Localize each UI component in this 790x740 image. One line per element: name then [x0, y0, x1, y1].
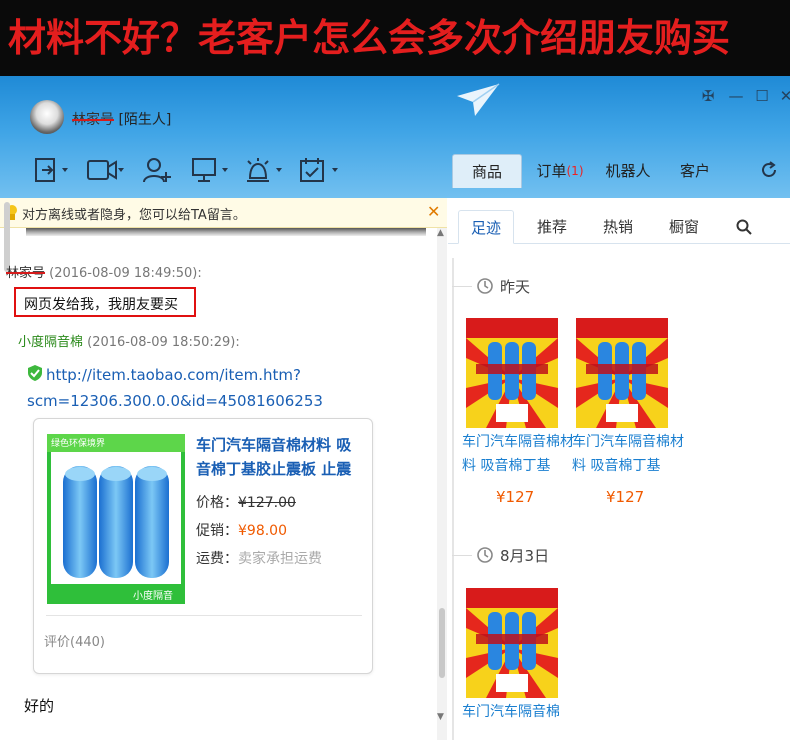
- subtab-hot[interactable]: 热销: [590, 210, 646, 244]
- calendar-icon: [300, 158, 338, 182]
- product-title[interactable]: 车门汽车隔音棉材料 吸音棉丁基: [572, 430, 684, 478]
- product-image-top: 绿色环保境界: [47, 434, 185, 452]
- clock-icon: [477, 547, 493, 563]
- screen-share-button[interactable]: [190, 156, 230, 186]
- product-price: ¥127: [606, 488, 645, 506]
- shipping-value: 卖家承担运费: [238, 551, 322, 567]
- pin-icon[interactable]: ✠: [698, 86, 718, 106]
- item-link-line2[interactable]: scm=12306.300.0.0&id=45081606253: [27, 388, 323, 414]
- message-header: 小度隔音棉 (2016-08-09 18:50:29):: [18, 331, 240, 350]
- alarm-icon: [247, 158, 282, 182]
- send-file-icon: [35, 158, 68, 182]
- panel-subtabs: 足迹 推荐 热销 橱窗: [448, 210, 790, 244]
- subtab-window[interactable]: 橱窗: [656, 210, 712, 244]
- product-image-top-text: 绿色环保境界: [51, 439, 106, 449]
- product-title[interactable]: 车门汽车隔音棉材料 吸音棉丁基胶止震板 止震: [196, 433, 366, 481]
- scroll-up-arrow[interactable]: ▲: [437, 228, 444, 238]
- chat-scroll-thumb[interactable]: [439, 608, 445, 678]
- promo-banner: 材料不好？老客户怎么会多次介绍朋友购买: [0, 0, 790, 76]
- chat-window-header: 林家号 [陌生人] ✠ — ☐ ✕ 商品 订单(1) 机器人 客户: [0, 76, 790, 198]
- message-time: (2016-08-09 18:50:29):: [87, 335, 240, 350]
- timeline-tick: [452, 555, 472, 556]
- contact-tag: [陌生人]: [118, 112, 172, 128]
- notice-text: 对方离线或者隐身，您可以给TA留言。: [22, 208, 246, 223]
- promo-price: ¥98.00: [238, 523, 287, 539]
- video-camera-icon: [87, 160, 124, 180]
- product-thumbnail[interactable]: [466, 588, 558, 698]
- schedule-button[interactable]: [298, 156, 340, 186]
- add-contact-button[interactable]: [142, 156, 172, 186]
- promo-label: 促销：: [196, 523, 238, 539]
- close-button[interactable]: ✕: [776, 86, 790, 106]
- promo-row: 促销：¥98.00: [196, 520, 287, 540]
- message-time: (2016-08-09 18:49:50):: [49, 266, 202, 281]
- message-text: 好的: [24, 697, 55, 715]
- item-link-line1[interactable]: http://item.taobao.com/item.htm?: [46, 362, 346, 388]
- close-notice-icon[interactable]: ✕: [427, 202, 440, 221]
- day-label: 昨天: [500, 278, 531, 296]
- timeline-bar: [452, 258, 454, 740]
- message-sender: 小度隔音棉: [18, 335, 84, 350]
- banner-text: 材料不好？老客户怎么会多次介绍朋友购买: [8, 16, 731, 60]
- chat-history-pane: 对方离线或者隐身，您可以给TA留言。 ✕ ▲ ▼ 林家号 (2016-08-09…: [0, 198, 447, 740]
- price-row: 价格：¥127.00: [196, 492, 296, 512]
- shield-check-icon: [28, 365, 42, 381]
- subtab-footprint[interactable]: 足迹: [458, 210, 514, 244]
- product-image[interactable]: 绿色环保境界 小度隔音: [47, 434, 185, 604]
- product-title[interactable]: 车门汽车隔音棉: [462, 700, 574, 730]
- price-label: 价格：: [196, 495, 238, 511]
- refresh-icon[interactable]: [760, 161, 778, 179]
- shipping-label: 运费：: [196, 551, 238, 567]
- message-header: 林家号 (2016-08-09 18:49:50):: [6, 262, 202, 281]
- product-image-body: [51, 452, 181, 584]
- contact-nickname: 林家号: [72, 112, 114, 128]
- price-value: ¥127.00: [238, 495, 296, 511]
- message-text: 网页发给我，我朋友要买: [24, 297, 178, 313]
- product-price: ¥127: [496, 488, 535, 506]
- tab-robot[interactable]: 机器人: [598, 154, 658, 188]
- paper-plane-icon: [457, 83, 500, 116]
- monitor-icon: [192, 158, 228, 182]
- tab-customer[interactable]: 客户: [672, 154, 718, 188]
- card-divider: [46, 615, 362, 616]
- tab-orders[interactable]: 订单(1): [530, 154, 590, 188]
- product-image-bottom: 小度隔音: [47, 584, 185, 604]
- add-user-icon: [143, 158, 171, 183]
- product-thumbnail[interactable]: [466, 318, 558, 428]
- offline-notice: 对方离线或者隐身，您可以给TA留言。 ✕: [0, 198, 447, 228]
- day-label: 8月3日: [500, 547, 550, 565]
- product-side-panel: 足迹 推荐 热销 橱窗 昨天 车门汽车隔音棉材料 吸音棉丁基 ¥127 车门汽车…: [448, 198, 790, 740]
- foam-rolls-illustration: [63, 466, 169, 578]
- search-icon[interactable]: [732, 219, 756, 235]
- shipping-row: 运费：卖家承担运费: [196, 548, 322, 568]
- scroll-down-arrow[interactable]: ▼: [437, 712, 444, 722]
- tab-goods[interactable]: 商品: [452, 154, 522, 188]
- orders-count-badge: (1): [566, 164, 584, 178]
- product-image-bottom-text: 小度隔音: [133, 591, 173, 602]
- rating-count[interactable]: 评价(440): [44, 631, 105, 650]
- remind-button[interactable]: [244, 156, 284, 186]
- contact-name: 林家号 [陌生人]: [72, 109, 171, 129]
- minimize-button[interactable]: —: [726, 86, 746, 106]
- timeline-tick: [452, 286, 472, 287]
- tab-orders-label: 订单: [536, 162, 567, 180]
- avatar[interactable]: [30, 100, 64, 134]
- subtab-recommend[interactable]: 推荐: [524, 210, 580, 244]
- video-call-button[interactable]: [86, 156, 126, 186]
- product-card[interactable]: 绿色环保境界 小度隔音 车门汽车隔音棉材料 吸音棉丁基胶止震板 止震 价格：¥1…: [33, 418, 373, 674]
- message-sender: 林家号: [6, 266, 46, 281]
- send-file-button[interactable]: [34, 156, 70, 186]
- previous-image-strip: [26, 228, 426, 236]
- clock-icon: [477, 278, 493, 294]
- product-thumbnail[interactable]: [576, 318, 668, 428]
- product-title[interactable]: 车门汽车隔音棉材料 吸音棉丁基: [462, 430, 574, 478]
- maximize-button[interactable]: ☐: [752, 86, 772, 106]
